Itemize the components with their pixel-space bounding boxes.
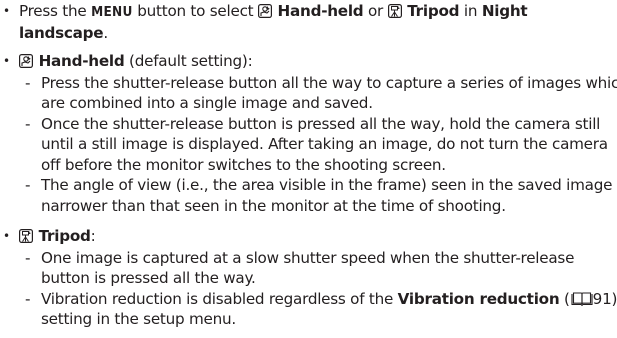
tripod-title: Tripod: [38, 227, 91, 245]
text-press-the: Press the: [19, 2, 92, 20]
list-item: - Once the shutter-release button is pre…: [19, 114, 611, 176]
text-in: in: [459, 2, 482, 20]
tripod-subitems: - One image is captured at a slow shutte…: [19, 248, 617, 330]
list-item-line: narrower than that seen in the monitor a…: [41, 196, 506, 215]
bullet-dot: •: [3, 229, 10, 243]
list-item: - The angle of view (i.e., the area visi…: [19, 175, 617, 216]
tripod-heading: Tripod:: [19, 226, 611, 247]
list-item-line: Once the shutter-release button is press…: [41, 114, 601, 133]
menu-instruction-line-1: Press the MENU button to select Hand-hel…: [19, 1, 611, 23]
tripod-title-suffix: :: [90, 227, 96, 245]
page-reference-link[interactable]: 91: [593, 290, 612, 308]
list-item: - Press the shutter-release button all t…: [19, 73, 617, 114]
list-item: - One image is captured at a slow shutte…: [19, 248, 611, 289]
list-item-line: Vibration reduction is disabled regardle…: [41, 289, 617, 310]
list-item-line: button is pressed all the way.: [41, 269, 256, 287]
handheld-subitems: - Press the shutter-release button all t…: [19, 73, 617, 217]
text-button-to-select: button to select: [132, 2, 258, 20]
dash-marker: -: [25, 248, 31, 267]
tripod-night-icon: [387, 4, 402, 18]
dash-marker: -: [25, 73, 31, 92]
dash-marker: -: [25, 114, 31, 133]
book-reference-icon: [571, 291, 593, 306]
dash-marker: -: [25, 289, 31, 308]
list-item-line: until a still image is displayed. After …: [41, 135, 608, 153]
bullet-tripod: • Tripod: - One image is captured at a s…: [0, 226, 617, 330]
handheld-title-suffix: (default setting):: [124, 52, 253, 70]
handheld-title: Hand-held: [38, 52, 125, 70]
handheld-option-label: Hand-held: [277, 2, 364, 20]
tripod-option-label: Tripod: [407, 2, 460, 20]
text-period: .: [103, 23, 108, 42]
vr-text-pre: Vibration reduction is disabled regardle…: [41, 289, 398, 308]
bullet-handheld: • Hand-held (default setting): - Press t…: [0, 51, 617, 217]
bullet-dot: •: [3, 54, 10, 68]
landscape-word: landscape: [19, 23, 104, 42]
menu-button-label: MENU: [91, 4, 133, 20]
night-word: Night: [481, 2, 528, 20]
handheld-night-icon: [19, 54, 33, 68]
list-item-line: One image is captured at a slow shutter …: [41, 248, 575, 267]
list-item-line: off before the monitor switches to the s…: [41, 155, 446, 174]
tripod-night-icon: [19, 229, 33, 243]
list-item-line: setting in the setup menu.: [41, 310, 236, 328]
list-item-line: are combined into a single image and sav…: [41, 94, 373, 112]
vr-paren-close: ): [611, 289, 617, 308]
list-item: - Vibration reduction is disabled regard…: [19, 289, 617, 330]
vr-paren-open: (: [559, 289, 570, 308]
bullet-dot: •: [3, 4, 10, 18]
list-item-line: The angle of view (i.e., the area visibl…: [41, 176, 617, 194]
text-or: or: [363, 2, 388, 20]
dash-marker: -: [25, 176, 31, 194]
vibration-reduction-label: Vibration reduction: [397, 289, 560, 308]
menu-instruction-line-2: landscape.: [19, 23, 611, 44]
page: • Press the MENU button to select Hand-h…: [0, 0, 617, 338]
handheld-heading: Hand-held (default setting):: [19, 51, 611, 72]
list-item-line: Press the shutter-release button all the…: [41, 73, 617, 92]
bullet-menu-instruction: • Press the MENU button to select Hand-h…: [0, 1, 611, 43]
handheld-night-icon: [257, 4, 272, 18]
